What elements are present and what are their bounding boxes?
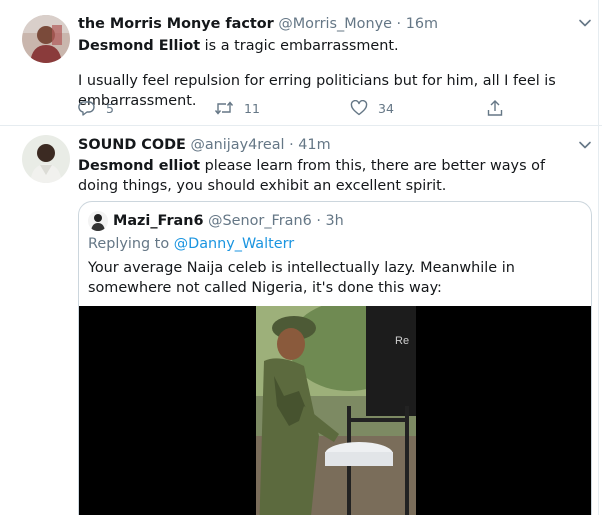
tweet[interactable]: the Morris Monye factor @Morris_Monye · … xyxy=(0,0,602,125)
retweet-button[interactable]: 11 xyxy=(214,100,260,116)
separator-dot: · xyxy=(289,137,294,153)
replying-to: Replying to @Danny_Walterr xyxy=(88,234,294,254)
tweet-text-paragraph: I usually feel repulsion for erring poli… xyxy=(78,73,556,109)
quoted-avatar[interactable] xyxy=(88,211,108,231)
video-frame: Re xyxy=(79,301,591,515)
chevron-down-icon[interactable] xyxy=(577,15,593,31)
share-icon xyxy=(487,100,503,116)
retweet-icon xyxy=(214,101,234,115)
share-button[interactable] xyxy=(486,99,514,117)
replying-to-label: Replying to xyxy=(88,236,174,252)
display-name[interactable]: the Morris Monye factor xyxy=(78,16,274,32)
avatar[interactable] xyxy=(22,135,70,183)
separator-dot: · xyxy=(396,16,402,32)
timestamp[interactable]: 41m xyxy=(298,137,330,153)
replying-to-link[interactable]: @Danny_Walterr xyxy=(174,236,294,252)
reply-icon xyxy=(78,101,95,116)
tweet-header: the Morris Monye factor @Morris_Monye · … xyxy=(78,14,438,34)
quoted-tweet-header: Mazi_Fran6 @Senor_Fran6 · 3h xyxy=(113,211,344,231)
tweet-text: Desmond elliot please learn from this, t… xyxy=(78,156,588,196)
user-handle[interactable]: @anijay4real xyxy=(190,137,284,153)
user-handle[interactable]: @Morris_Monye xyxy=(278,16,392,32)
tweet-header: SOUND CODE @anijay4real · 41m xyxy=(78,135,331,155)
quoted-timestamp: 3h xyxy=(325,213,344,229)
reply-count: 5 xyxy=(106,100,114,116)
heart-icon xyxy=(350,100,368,116)
mention-name: Desmond elliot xyxy=(78,158,201,174)
tank-label-text: Re xyxy=(395,335,409,347)
chevron-down-icon[interactable] xyxy=(577,137,593,153)
quoted-user-handle: @Senor_Fran6 xyxy=(208,213,312,229)
tweet-text-body: is a tragic embarrassment. xyxy=(200,38,399,54)
tweet-text: Desmond Elliot is a tragic embarrassment… xyxy=(78,36,588,56)
display-name[interactable]: SOUND CODE xyxy=(78,137,186,153)
like-count: 34 xyxy=(378,100,394,116)
mention-name: Desmond Elliot xyxy=(78,38,201,54)
quoted-media-video[interactable]: Re xyxy=(79,301,591,515)
like-button[interactable]: 34 xyxy=(350,100,394,116)
reply-button[interactable]: 5 xyxy=(78,100,114,116)
separator-dot: · xyxy=(316,213,321,229)
retweet-count: 11 xyxy=(244,100,260,116)
quoted-display-name: Mazi_Fran6 xyxy=(113,213,204,229)
avatar[interactable] xyxy=(22,15,70,63)
timestamp[interactable]: 16m xyxy=(406,16,438,32)
quoted-tweet[interactable]: Mazi_Fran6 @Senor_Fran6 · 3h Replying to… xyxy=(78,201,592,515)
quoted-tweet-text: Your average Naija celeb is intellectual… xyxy=(88,260,515,296)
